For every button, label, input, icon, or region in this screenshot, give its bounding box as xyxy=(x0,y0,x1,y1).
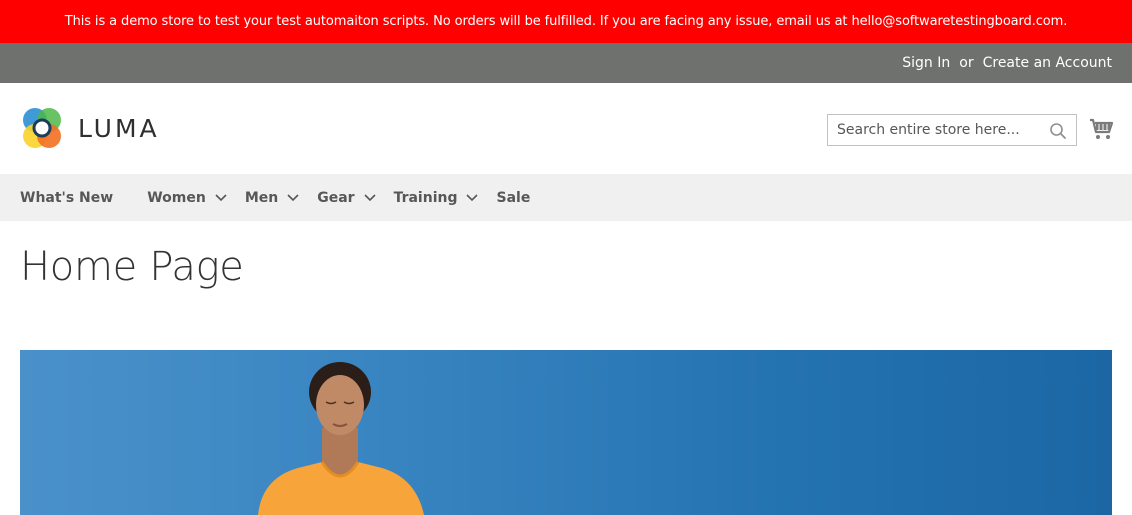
chevron-down-icon xyxy=(363,193,376,201)
search-input[interactable] xyxy=(828,115,1038,145)
page-title: Home Page xyxy=(20,244,244,290)
nav-item-label: Sale xyxy=(496,189,531,206)
nav-item-gear[interactable]: Gear xyxy=(317,189,376,206)
nav-item-label: Men xyxy=(244,189,279,206)
chevron-down-icon xyxy=(215,193,227,201)
nav-item-training[interactable]: Training xyxy=(394,190,479,206)
or-separator: or xyxy=(959,55,974,71)
luma-logo[interactable]: LUMA xyxy=(20,105,160,151)
header-panel: Sign In or Create an Account xyxy=(0,43,1132,83)
main-navigation: What's New Women Men Gear Training Sale xyxy=(0,174,1132,221)
logo-text: LUMA xyxy=(78,113,160,143)
create-account-link[interactable]: Create an Account xyxy=(983,55,1112,71)
nav-item-label: Women xyxy=(147,189,206,206)
search-icon[interactable] xyxy=(1049,122,1067,140)
nav-item-men[interactable]: Men xyxy=(245,190,299,206)
nav-item-sale[interactable]: Sale xyxy=(496,190,530,206)
search-box xyxy=(827,114,1077,146)
sign-in-link[interactable]: Sign In xyxy=(902,55,950,71)
chevron-down-icon xyxy=(287,193,299,201)
demo-notice-bar: This is a demo store to test your test a… xyxy=(0,0,1132,43)
nav-item-women[interactable]: Women xyxy=(147,190,227,206)
cart-icon[interactable] xyxy=(1089,118,1113,140)
luma-logo-icon xyxy=(23,108,61,148)
header-content: LUMA xyxy=(0,83,1132,174)
hero-image xyxy=(20,350,1112,515)
nav-item-label: Gear xyxy=(317,189,355,206)
chevron-down-icon xyxy=(466,193,479,201)
nav-item-label: Training xyxy=(393,189,458,206)
demo-notice-text: This is a demo store to test your test a… xyxy=(64,14,1068,29)
hero-banner[interactable] xyxy=(20,350,1112,515)
nav-item-whats-new[interactable]: What's New xyxy=(20,190,113,206)
nav-item-label: What's New xyxy=(20,189,114,206)
